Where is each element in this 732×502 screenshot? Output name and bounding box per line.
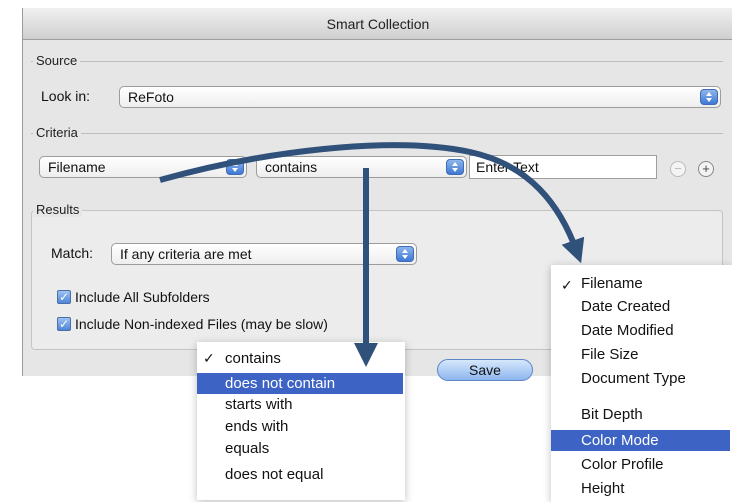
field-option-document-type[interactable]: Document Type — [551, 368, 732, 389]
add-criteria-button[interactable]: + — [698, 161, 714, 177]
criteria-operator-popup[interactable]: contains — [256, 156, 467, 178]
dialog-title: Smart Collection — [23, 8, 732, 40]
source-label: Source — [33, 53, 81, 68]
match-popup[interactable]: If any criteria are met — [111, 243, 417, 265]
look-in-popup[interactable]: ReFoto — [119, 86, 721, 108]
operator-option-ends-with[interactable]: ends with — [197, 416, 405, 437]
include-subfolders-label: Include All Subfolders — [75, 289, 210, 305]
results-label: Results — [33, 202, 83, 217]
source-divider — [31, 61, 723, 62]
popup-stepper-icon — [700, 89, 718, 105]
field-option-height[interactable]: Height — [551, 478, 732, 499]
field-option-color-mode[interactable]: Color Mode — [551, 430, 730, 451]
popup-stepper-icon — [446, 159, 464, 175]
save-button[interactable]: Save — [437, 359, 533, 381]
popup-stepper-icon — [396, 246, 414, 262]
popup-stepper-icon — [226, 159, 244, 175]
operator-option-contains[interactable]: contains — [197, 348, 405, 369]
field-option-color-profile[interactable]: Color Profile — [551, 454, 732, 475]
include-nonindexed-checkbox[interactable]: ✓ — [57, 317, 71, 331]
criteria-field-popup[interactable]: Filename — [39, 156, 247, 178]
field-menu: ✓ Filename Date Created Date Modified Fi… — [551, 265, 732, 502]
field-option-filename[interactable]: Filename — [551, 273, 732, 294]
look-in-value: ReFoto — [128, 89, 174, 105]
criteria-text-input[interactable]: Enter Text — [469, 155, 657, 179]
match-value: If any criteria are met — [120, 246, 252, 262]
operator-option-equals[interactable]: equals — [197, 438, 405, 459]
field-option-file-size[interactable]: File Size — [551, 344, 732, 365]
criteria-text-value: Enter Text — [476, 159, 539, 175]
criteria-label: Criteria — [33, 125, 81, 140]
criteria-operator-value: contains — [265, 159, 318, 175]
field-option-date-created[interactable]: Date Created — [551, 296, 732, 317]
field-option-date-modified[interactable]: Date Modified — [551, 320, 732, 341]
operator-option-starts-with[interactable]: starts with — [197, 394, 405, 415]
operator-option-does-not-contain[interactable]: does not contain — [197, 373, 403, 394]
criteria-divider — [31, 133, 723, 134]
include-nonindexed-label: Include Non-indexed Files (may be slow) — [75, 316, 328, 332]
operator-menu: ✓ contains does not contain starts with … — [197, 342, 405, 500]
criteria-field-value: Filename — [48, 159, 106, 175]
operator-option-does-not-equal[interactable]: does not equal — [197, 464, 405, 485]
include-subfolders-checkbox[interactable]: ✓ — [57, 290, 71, 304]
field-option-bit-depth[interactable]: Bit Depth — [551, 404, 732, 425]
match-label: Match: — [51, 245, 94, 261]
look-in-label: Look in: — [41, 88, 91, 104]
remove-criteria-button[interactable]: − — [670, 161, 686, 177]
